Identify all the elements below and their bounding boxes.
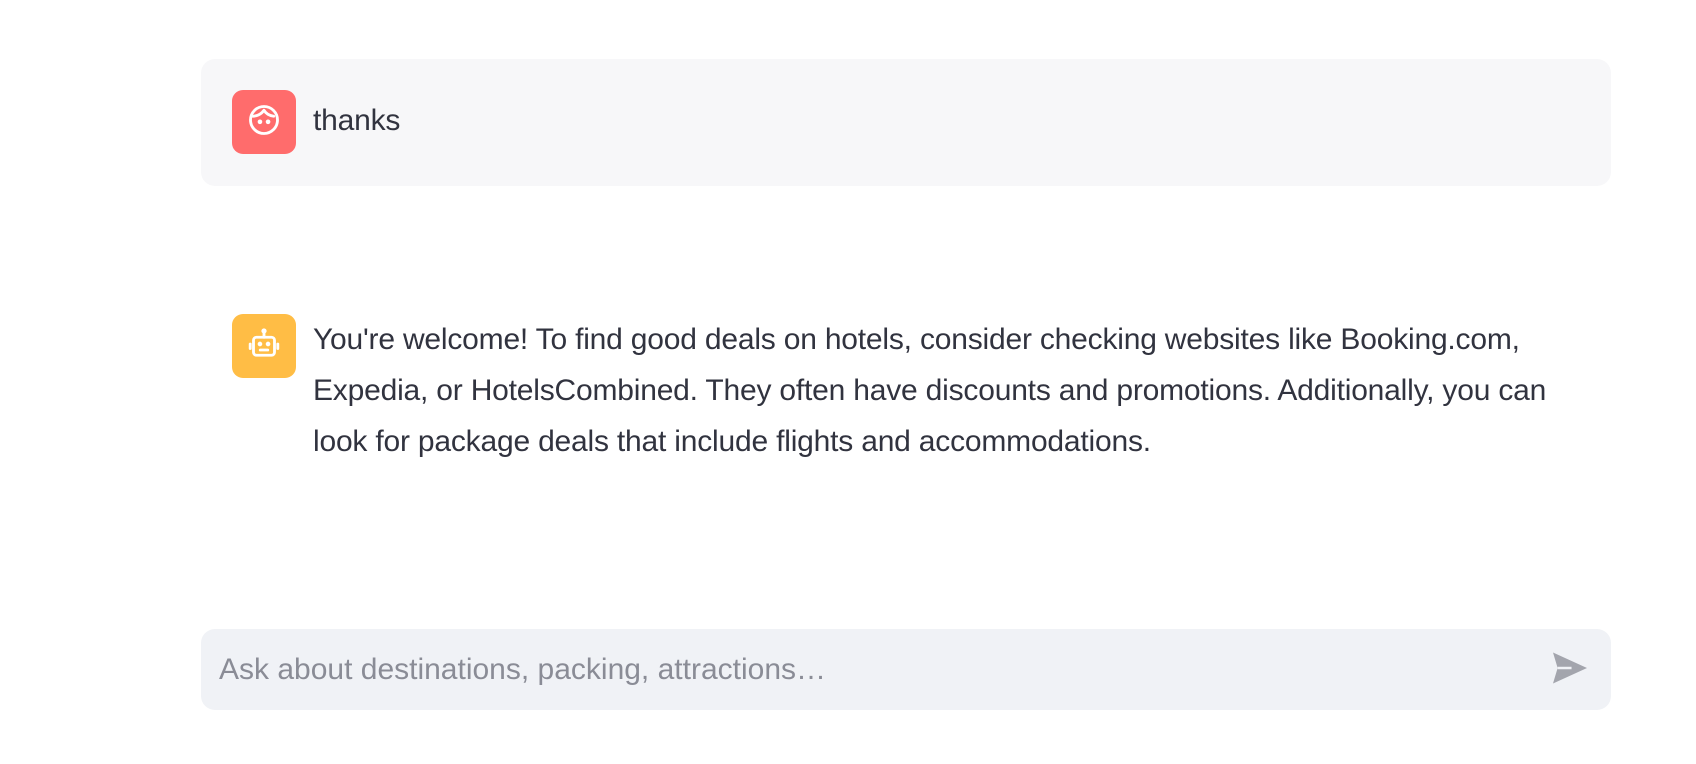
chat-message-assistant: You're welcome! To find good deals on ho…: [201, 282, 1611, 482]
chat-input[interactable]: [219, 629, 1519, 710]
chat-message-user: thanks: [201, 59, 1611, 186]
face-icon: [246, 102, 282, 143]
message-text: thanks: [313, 104, 401, 137]
send-button[interactable]: [1549, 649, 1591, 691]
user-avatar: [232, 90, 296, 154]
assistant-avatar: [232, 314, 296, 378]
send-icon: [1551, 651, 1589, 690]
chat-input-bar: [201, 629, 1611, 710]
chat-page: thanks You're welcome! To find good deal…: [0, 0, 1696, 764]
message-text: You're welcome! To find good deals on ho…: [313, 323, 1547, 458]
robot-icon: [246, 326, 282, 367]
